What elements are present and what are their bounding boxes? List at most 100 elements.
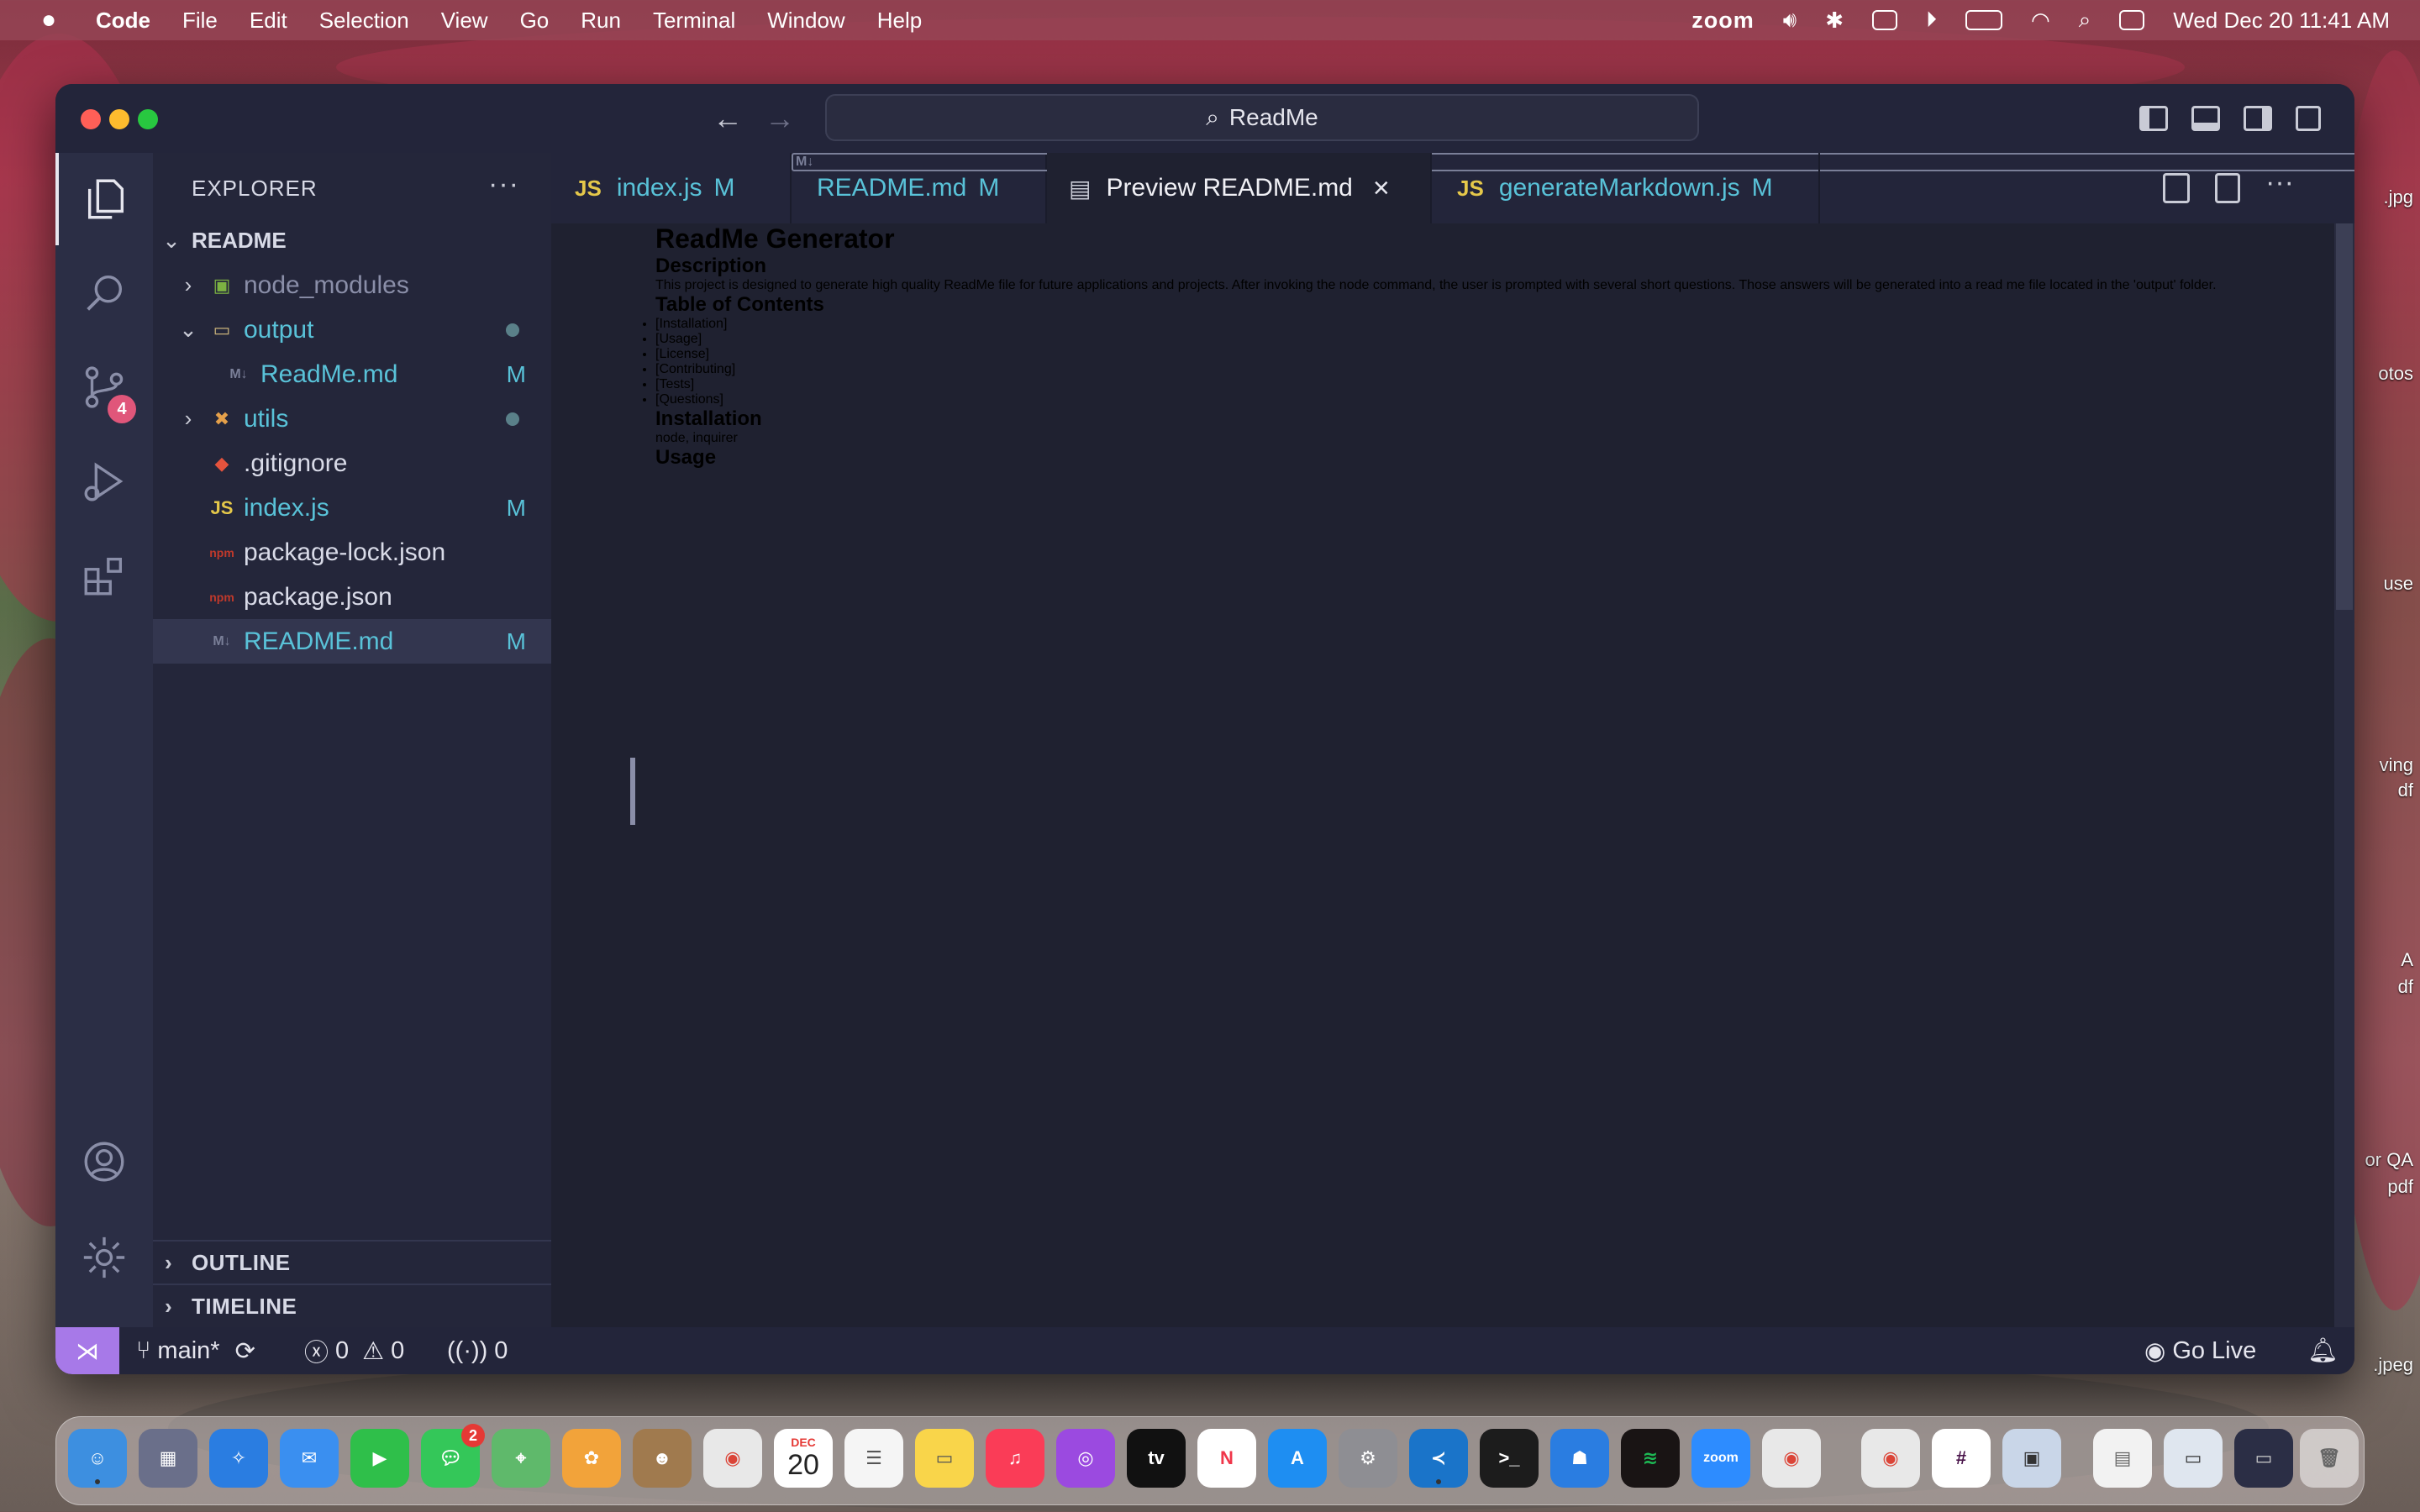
- menu-clock[interactable]: Wed Dec 20 11:41 AM: [2173, 8, 2390, 34]
- tree-item-package-lock[interactable]: npm package-lock.json: [153, 530, 551, 575]
- explorer-activity[interactable]: [55, 153, 153, 245]
- notifications-bell-icon[interactable]: 🔔︎: [2307, 1327, 2338, 1374]
- slack-icon[interactable]: #: [1932, 1429, 1991, 1488]
- facetime-icon[interactable]: ▶: [350, 1429, 409, 1488]
- app-store-icon[interactable]: A: [1268, 1429, 1327, 1488]
- kindle-icon[interactable]: ☗: [1550, 1429, 1609, 1488]
- menu-run[interactable]: Run: [581, 8, 621, 34]
- menu-file[interactable]: File: [182, 8, 218, 34]
- messages-icon[interactable]: 💬︎ 2: [421, 1424, 485, 1488]
- search-activity[interactable]: [55, 247, 153, 339]
- workspace-root[interactable]: ⌄ README: [153, 218, 551, 263]
- wifi-icon[interactable]: ◠: [2031, 8, 2050, 34]
- desktop-label[interactable]: ving: [2380, 754, 2413, 776]
- desktop-label[interactable]: df: [2398, 780, 2413, 801]
- apple-icon[interactable]: ●: [32, 6, 66, 34]
- calendar-icon[interactable]: DEC 20: [774, 1429, 833, 1488]
- customize-layout-icon[interactable]: [2296, 106, 2321, 131]
- notes-icon[interactable]: ▭: [915, 1429, 974, 1488]
- terminal-icon[interactable]: >_: [1480, 1429, 1539, 1488]
- outline-section[interactable]: › OUTLINE: [153, 1240, 551, 1284]
- ports-status[interactable]: ((·)) 0: [447, 1327, 508, 1374]
- desktop-label[interactable]: .jpeg: [2373, 1354, 2413, 1376]
- vscode-icon[interactable]: ≺: [1409, 1429, 1468, 1488]
- trash-icon[interactable]: 🗑︎: [2300, 1429, 2359, 1488]
- close-tab-icon[interactable]: ×: [1373, 172, 1390, 205]
- zoom-app-icon[interactable]: zoom: [1691, 1429, 1750, 1488]
- tree-item-readme-md[interactable]: M↓ README.md M: [153, 619, 551, 664]
- photos-icon[interactable]: ✿: [562, 1429, 621, 1488]
- play-icon[interactable]: ⏵: [1926, 7, 1937, 34]
- preview-app-icon[interactable]: ▣: [2002, 1429, 2061, 1488]
- chrome-icon[interactable]: ◉: [1861, 1429, 1920, 1488]
- spotlight-icon[interactable]: ⌕: [2079, 7, 2091, 34]
- chrome-canary-icon[interactable]: ◉: [1762, 1429, 1821, 1488]
- remote-indicator-icon[interactable]: ⋊: [55, 1327, 119, 1374]
- timeline-section[interactable]: › TIMELINE: [153, 1284, 551, 1327]
- document-stack-icon[interactable]: ▤: [2093, 1429, 2152, 1488]
- extensions-activity[interactable]: [55, 529, 153, 622]
- launchpad-icon[interactable]: ▦: [139, 1429, 197, 1488]
- mail-icon[interactable]: ✉: [280, 1429, 339, 1488]
- forward-arrow-icon[interactable]: →: [765, 101, 795, 136]
- tab-generate-markdown-js[interactable]: JS generateMarkdown.js M: [1432, 153, 1820, 223]
- zoom-menu-extra[interactable]: zoom: [1691, 8, 1754, 34]
- contacts-icon[interactable]: ☻: [633, 1429, 692, 1488]
- system-settings-icon[interactable]: ⚙: [1339, 1429, 1397, 1488]
- control-center-icon[interactable]: [2119, 10, 2145, 30]
- menu-selection[interactable]: Selection: [319, 8, 409, 34]
- tree-item-utils[interactable]: › ✖ utils: [153, 396, 551, 441]
- back-arrow-icon[interactable]: ←: [713, 101, 743, 136]
- desktop-label[interactable]: use: [2384, 573, 2413, 595]
- volume-icon[interactable]: 🔊︎: [1783, 7, 1797, 34]
- window-thumbnail-icon[interactable]: ▭: [2164, 1429, 2223, 1488]
- toggle-panel-icon[interactable]: [2191, 106, 2220, 131]
- run-debug-activity[interactable]: [55, 435, 153, 528]
- toggle-secondary-sidebar-icon[interactable]: [2244, 106, 2272, 131]
- tree-item-package-json[interactable]: npm package.json: [153, 575, 551, 619]
- tab-index-js[interactable]: JS index.js M: [551, 153, 792, 223]
- apple-tv-icon[interactable]: tv: [1127, 1429, 1186, 1488]
- menu-edit[interactable]: Edit: [250, 8, 287, 34]
- source-control-activity[interactable]: 4: [55, 341, 153, 433]
- more-actions-icon[interactable]: ···: [2265, 166, 2294, 199]
- window-thumbnail-icon[interactable]: ▭: [2234, 1429, 2293, 1488]
- manage-activity[interactable]: [55, 1211, 153, 1304]
- desktop-label[interactable]: df: [2398, 976, 2413, 998]
- tab-preview-readme[interactable]: ▤ Preview README.md ×: [1047, 153, 1432, 223]
- tree-item-gitignore[interactable]: ◆ .gitignore: [153, 441, 551, 486]
- desktop-label[interactable]: .jpg: [2384, 186, 2413, 208]
- split-editor-icon[interactable]: [2215, 173, 2240, 203]
- news-icon[interactable]: N: [1197, 1429, 1256, 1488]
- editor-scrollbar[interactable]: [2334, 223, 2354, 1327]
- more-actions-icon[interactable]: ···: [488, 168, 519, 201]
- reminders-icon[interactable]: ☰: [844, 1429, 903, 1488]
- go-live-button[interactable]: ◉ Go Live: [2144, 1327, 2256, 1374]
- menu-go[interactable]: Go: [520, 8, 550, 34]
- menu-view[interactable]: View: [441, 8, 488, 34]
- tree-item-index-js[interactable]: JS index.js M: [153, 486, 551, 530]
- close-window-button[interactable]: [81, 109, 101, 129]
- tab-readme-md[interactable]: M↓ README.md M: [792, 153, 2354, 223]
- menu-window[interactable]: Window: [767, 8, 844, 34]
- chrome-icon[interactable]: ◉: [703, 1429, 762, 1488]
- tree-item-output-readme[interactable]: M↓ ReadMe.md M: [153, 352, 551, 396]
- minimize-window-button[interactable]: [109, 109, 129, 129]
- menu-terminal[interactable]: Terminal: [653, 8, 735, 34]
- podcasts-icon[interactable]: ◎: [1056, 1429, 1115, 1488]
- accounts-activity[interactable]: [55, 1116, 153, 1208]
- menu-app-name[interactable]: Code: [96, 8, 150, 34]
- zoom-window-button[interactable]: [138, 109, 158, 129]
- spotify-icon[interactable]: ≋: [1621, 1429, 1680, 1488]
- music-icon[interactable]: ♫: [986, 1429, 1044, 1488]
- tree-item-node-modules[interactable]: › ▣ node_modules: [153, 263, 551, 307]
- menu-help[interactable]: Help: [877, 8, 922, 34]
- maps-icon[interactable]: ⌖: [492, 1429, 550, 1488]
- scrollbar-thumb[interactable]: [2336, 223, 2353, 610]
- keyboard-icon[interactable]: [1871, 10, 1897, 30]
- desktop-label[interactable]: or QA: [2365, 1149, 2413, 1171]
- bluetooth-icon[interactable]: ✱: [1825, 8, 1844, 34]
- command-center[interactable]: ⌕ ReadMe: [825, 94, 1699, 141]
- desktop-label[interactable]: pdf: [2387, 1176, 2413, 1198]
- safari-icon[interactable]: ✧: [209, 1429, 268, 1488]
